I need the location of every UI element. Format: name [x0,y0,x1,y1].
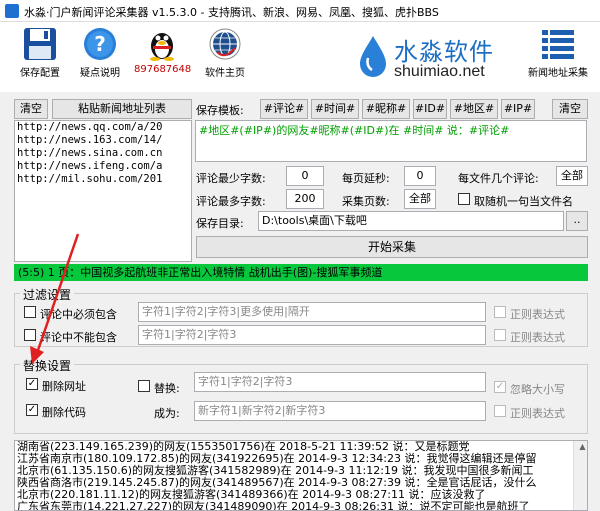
remove-code-label: 删除代码 [42,406,86,419]
help-label: 疑点说明 [80,68,120,79]
url-line: http://news.ifeng.com/a [17,160,163,172]
random-filename-checkbox[interactable] [458,193,470,205]
per-file-input[interactable]: 全部 [556,166,588,186]
floppy-disk-icon [24,28,56,60]
not-contain-input[interactable]: 字符1|字符2|字符3 [138,325,486,345]
template-label: 保存模板: [196,104,244,117]
tag-nickname-button[interactable]: #昵称# [362,99,410,119]
clear-urls-button[interactable]: 清空 [14,99,48,119]
status-bar: (5:5) 1 页：中国视多起航班非正常出入境特情 战机出手(图)-搜狐军事频道 [14,264,588,281]
max-chars-label: 评论最多字数: [196,195,266,208]
ignore-case-label: 忽略大小写 [510,383,565,396]
brand-logo: 水淼软件 shuimiao.net [358,30,518,86]
start-collect-button[interactable]: 开始采集 [196,236,588,258]
app-icon [5,4,19,18]
tag-comment-button[interactable]: #评论# [260,99,308,119]
pages-label: 采集页数: [342,195,390,208]
qq-penguin-icon [150,33,174,61]
title-bar: 水淼·门户新闻评论采集器 v1.5.3.0 - 支持腾讯、新浪、网易、凤凰、搜狐… [0,0,600,22]
help-button[interactable]: ? 疑点说明 [74,26,126,79]
save-config-label: 保存配置 [20,68,60,79]
log-scrollbar[interactable]: ▲ [573,441,587,510]
news-list-button[interactable]: 新闻地址采集 [522,26,594,79]
regex-3-label: 正则表达式 [510,407,565,420]
qq-button[interactable]: 897687648 [134,26,192,75]
brand-url: shuimiao.net [394,63,485,80]
url-line: http://mil.sohu.com/201 [17,173,163,185]
regex-1-checkbox[interactable] [494,306,506,318]
per-file-label: 每文件几个评论: [458,172,539,185]
remove-url-checkbox[interactable]: ✓ [26,378,38,390]
tag-ip-button[interactable]: #IP# [501,99,535,119]
become-label: 成为: [154,407,180,420]
clear-template-button[interactable]: 清空 [552,99,588,119]
must-contain-input[interactable]: 字符1|字符2|字符3|更多使用|隔开 [138,302,486,322]
water-drop-icon [360,36,386,77]
log-line: 广东省东莞市(14.221.27.227)的网友(341489090)在 201… [17,500,530,511]
qq-number: 897687648 [134,64,192,75]
url-line: http://news.sina.com.cn [17,147,163,159]
url-line: http://news.163.com/14/ [17,134,163,146]
save-config-button[interactable]: 保存配置 [14,26,66,79]
template-textarea[interactable]: #地区#(#IP#)的网友#昵称#(#ID#)在 #时间# 说：#评论# [195,120,587,162]
ignore-case-checkbox[interactable]: ✓ [494,381,506,393]
globe-icon [209,28,241,60]
toolbar: 保存配置 ? 疑点说明 897687648 软件主页 水淼软件 shuimiao… [0,22,600,92]
homepage-label: 软件主页 [205,68,245,79]
regex-1-label: 正则表达式 [510,308,565,321]
homepage-button[interactable]: 软件主页 [196,26,254,79]
scroll-up-icon[interactable]: ▲ [576,441,587,453]
random-filename-label: 取随机一句当文件名 [474,195,573,208]
url-line: http://news.qq.com/a/20 [17,121,163,133]
browse-button[interactable]: .. [566,211,588,231]
window-title: 水淼·门户新闻评论采集器 v1.5.3.0 - 支持腾讯、新浪、网易、凤凰、搜狐… [24,6,439,19]
max-chars-input[interactable]: 200 [286,189,324,209]
tag-id-button[interactable]: #ID# [413,99,447,119]
replace-label: 替换: [154,382,180,395]
list-icon [542,30,574,59]
log-textarea[interactable]: 湖南省(223.149.165.239)的网友(1553501756)在 201… [14,440,588,511]
become-input[interactable]: 新字符1|新字符2|新字符3 [194,401,486,421]
question-mark-icon: ? [84,28,116,60]
remove-url-label: 删除网址 [42,380,86,393]
delay-label: 每页延秒: [342,172,390,185]
paste-urls-button[interactable]: 粘贴新闻地址列表 [52,99,192,119]
min-chars-label: 评论最少字数: [196,172,266,185]
delay-input[interactable]: 0 [404,166,436,186]
save-dir-label: 保存目录: [196,217,244,230]
save-dir-input[interactable]: D:\tools\桌面\下载吧 [258,211,564,231]
replace-input[interactable]: 字符1|字符2|字符3 [194,372,486,392]
news-list-label: 新闻地址采集 [528,68,588,79]
tag-time-button[interactable]: #时间# [311,99,359,119]
regex-2-checkbox[interactable] [494,329,506,341]
replace-checkbox[interactable] [138,380,150,392]
remove-code-checkbox[interactable]: ✓ [26,404,38,416]
min-chars-input[interactable]: 0 [286,166,324,186]
regex-2-label: 正则表达式 [510,331,565,344]
brand-name: 水淼软件 [394,39,494,66]
svg-text:?: ? [94,32,106,56]
pages-input[interactable]: 全部 [404,189,436,209]
tag-region-button[interactable]: #地区# [450,99,498,119]
regex-3-checkbox[interactable] [494,405,506,417]
annotation-arrow-icon [30,233,80,364]
